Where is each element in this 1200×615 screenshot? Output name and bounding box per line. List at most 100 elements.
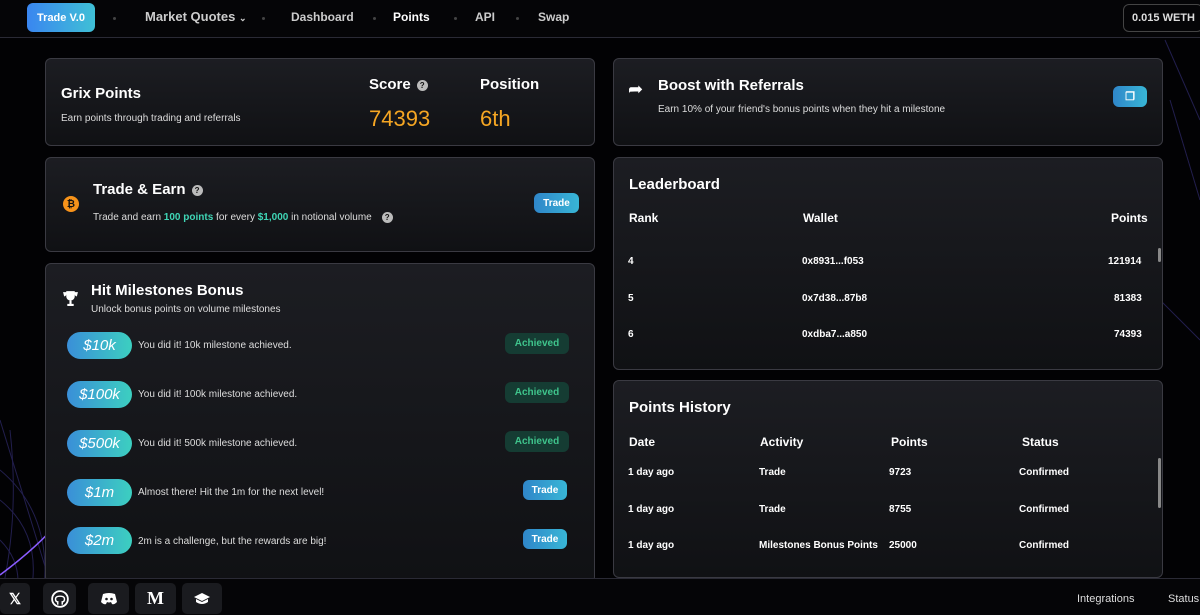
trade-earn-mid: for every [213, 212, 258, 224]
github-button[interactable] [43, 583, 76, 614]
grix-points-card: Grix Points Earn points through trading … [45, 58, 595, 146]
integrations-link[interactable]: Integrations [1077, 593, 1134, 605]
milestone-trade-button[interactable]: Trade [523, 480, 567, 500]
top-nav: Trade V.0 Market Quotes ⌄ Dashboard Poin… [0, 0, 1200, 38]
docs-icon [194, 592, 210, 604]
discord-button[interactable] [88, 583, 129, 614]
milestone-text: 2m is a challenge, but the rewards are b… [138, 536, 327, 547]
nav-dashboard[interactable]: Dashboard [291, 10, 354, 24]
wallet-balance-button[interactable]: 0.015 WETH [1123, 4, 1200, 32]
trade-earn-post: in notional volume [288, 212, 372, 224]
status-link[interactable]: Status [1168, 593, 1199, 605]
leaderboard-points: 121914 [1108, 256, 1142, 267]
leaderboard-header-points: Points [1111, 211, 1148, 225]
x-social-button[interactable]: 𝕏 [0, 583, 30, 614]
copy-icon: ❐ [1125, 91, 1135, 103]
leaderboard-rank: 5 [628, 293, 634, 304]
trade-earn-title: Trade & Earn? [93, 181, 203, 198]
history-header-date: Date [629, 435, 656, 449]
milestone-amount-10k: $10k [67, 332, 132, 359]
milestone-text: You did it! 10k milestone achieved. [138, 340, 292, 351]
trade-button[interactable]: Trade [534, 193, 579, 213]
trade-earn-description: Trade and earn 100 points for every $1,0… [93, 212, 393, 223]
trade-earn-points: 100 points [163, 212, 214, 224]
docs-button[interactable] [182, 583, 222, 614]
history-activity: Milestones Bonus Points [759, 540, 878, 551]
score-label: Score? [369, 76, 428, 93]
trade-earn-title-text: Trade & Earn [93, 181, 186, 198]
nav-points[interactable]: Points [393, 10, 430, 24]
history-date: 1 day ago [628, 504, 675, 515]
achieved-badge: Achieved [505, 431, 569, 452]
grix-points-title: Grix Points [61, 85, 142, 102]
milestones-subtitle: Unlock bonus points on volume milestones [91, 304, 281, 315]
nav-separator [454, 17, 457, 20]
leaderboard-header-wallet: Wallet [803, 211, 838, 225]
history-status: Confirmed [1019, 504, 1069, 515]
points-history-title: Points History [629, 399, 731, 416]
leaderboard-rank: 6 [628, 329, 634, 340]
score-value: 74393 [369, 106, 431, 131]
history-scrollbar[interactable] [1158, 458, 1161, 508]
position-label: Position [480, 76, 540, 93]
chevron-down-icon: ⌄ [238, 13, 247, 23]
nav-separator [516, 17, 519, 20]
achieved-badge: Achieved [505, 333, 569, 354]
milestone-amount-100k: $100k [67, 381, 132, 408]
share-icon: ➦ [628, 79, 644, 99]
leaderboard-points: 74393 [1114, 329, 1142, 340]
grix-points-subtitle: Earn points through trading and referral… [61, 113, 241, 124]
history-activity: Trade [759, 504, 786, 515]
leaderboard-wallet: 0xdba7...a850 [802, 329, 868, 340]
history-date: 1 day ago [628, 467, 675, 478]
history-date: 1 day ago [628, 540, 675, 551]
score-label-text: Score [369, 76, 411, 93]
history-points: 9723 [889, 467, 912, 478]
copy-referral-button[interactable]: ❐ [1113, 86, 1147, 107]
nav-separator [113, 17, 116, 20]
trade-earn-card: ₿ Trade & Earn? Trade and earn 100 point… [45, 157, 595, 252]
milestone-text: You did it! 500k milestone achieved. [138, 438, 298, 449]
brand-button[interactable]: Trade V.0 [27, 3, 95, 32]
nav-swap[interactable]: Swap [538, 10, 569, 24]
milestone-text: Almost there! Hit the 1m for the next le… [138, 487, 325, 498]
referrals-card: ➦ Boost with Referrals Earn 10% of your … [613, 58, 1163, 146]
nav-separator [262, 17, 265, 20]
history-activity: Trade [759, 467, 786, 478]
milestone-amount-500k: $500k [67, 430, 132, 457]
leaderboard-header-rank: Rank [629, 211, 659, 225]
question-icon[interactable]: ? [191, 184, 203, 196]
nav-market-quotes[interactable]: Market Quotes ⌄ [145, 9, 246, 24]
leaderboard-wallet: 0x7d38...87b8 [802, 293, 868, 304]
github-icon [50, 589, 69, 608]
history-points: 25000 [889, 540, 917, 551]
question-icon[interactable]: ? [381, 212, 393, 223]
milestone-trade-button[interactable]: Trade [523, 529, 567, 549]
referrals-subtitle: Earn 10% of your friend's bonus points w… [658, 104, 946, 115]
leaderboard-title: Leaderboard [629, 176, 720, 193]
footer [0, 578, 1200, 615]
nav-market-label: Market Quotes [145, 9, 236, 24]
leaderboard-points: 81383 [1114, 293, 1142, 304]
history-header-activity: Activity [760, 435, 804, 449]
medium-icon: M [147, 588, 164, 608]
leaderboard-card: Leaderboard Rank Wallet Points [613, 157, 1163, 370]
medium-button[interactable]: M [135, 583, 176, 614]
milestone-text: You did it! 100k milestone achieved. [138, 389, 298, 400]
points-history-card: Points History Date Activity Points Stat… [613, 380, 1163, 578]
nav-api[interactable]: API [475, 10, 495, 24]
leaderboard-wallet: 0x8931...f053 [802, 256, 864, 267]
history-points: 8755 [889, 504, 912, 515]
leaderboard-scrollbar[interactable] [1158, 248, 1161, 262]
x-icon: 𝕏 [8, 590, 22, 608]
referrals-title: Boost with Referrals [658, 77, 804, 94]
milestone-amount-2m: $2m [67, 527, 132, 554]
history-header-status: Status [1022, 435, 1059, 449]
trophy-icon [63, 291, 78, 306]
nav-separator [373, 17, 376, 20]
discord-icon [100, 592, 117, 604]
history-status: Confirmed [1019, 467, 1069, 478]
question-icon[interactable]: ? [416, 79, 428, 91]
trade-earn-amount: $1,000 [257, 212, 289, 224]
bitcoin-icon: ₿ [63, 196, 79, 212]
